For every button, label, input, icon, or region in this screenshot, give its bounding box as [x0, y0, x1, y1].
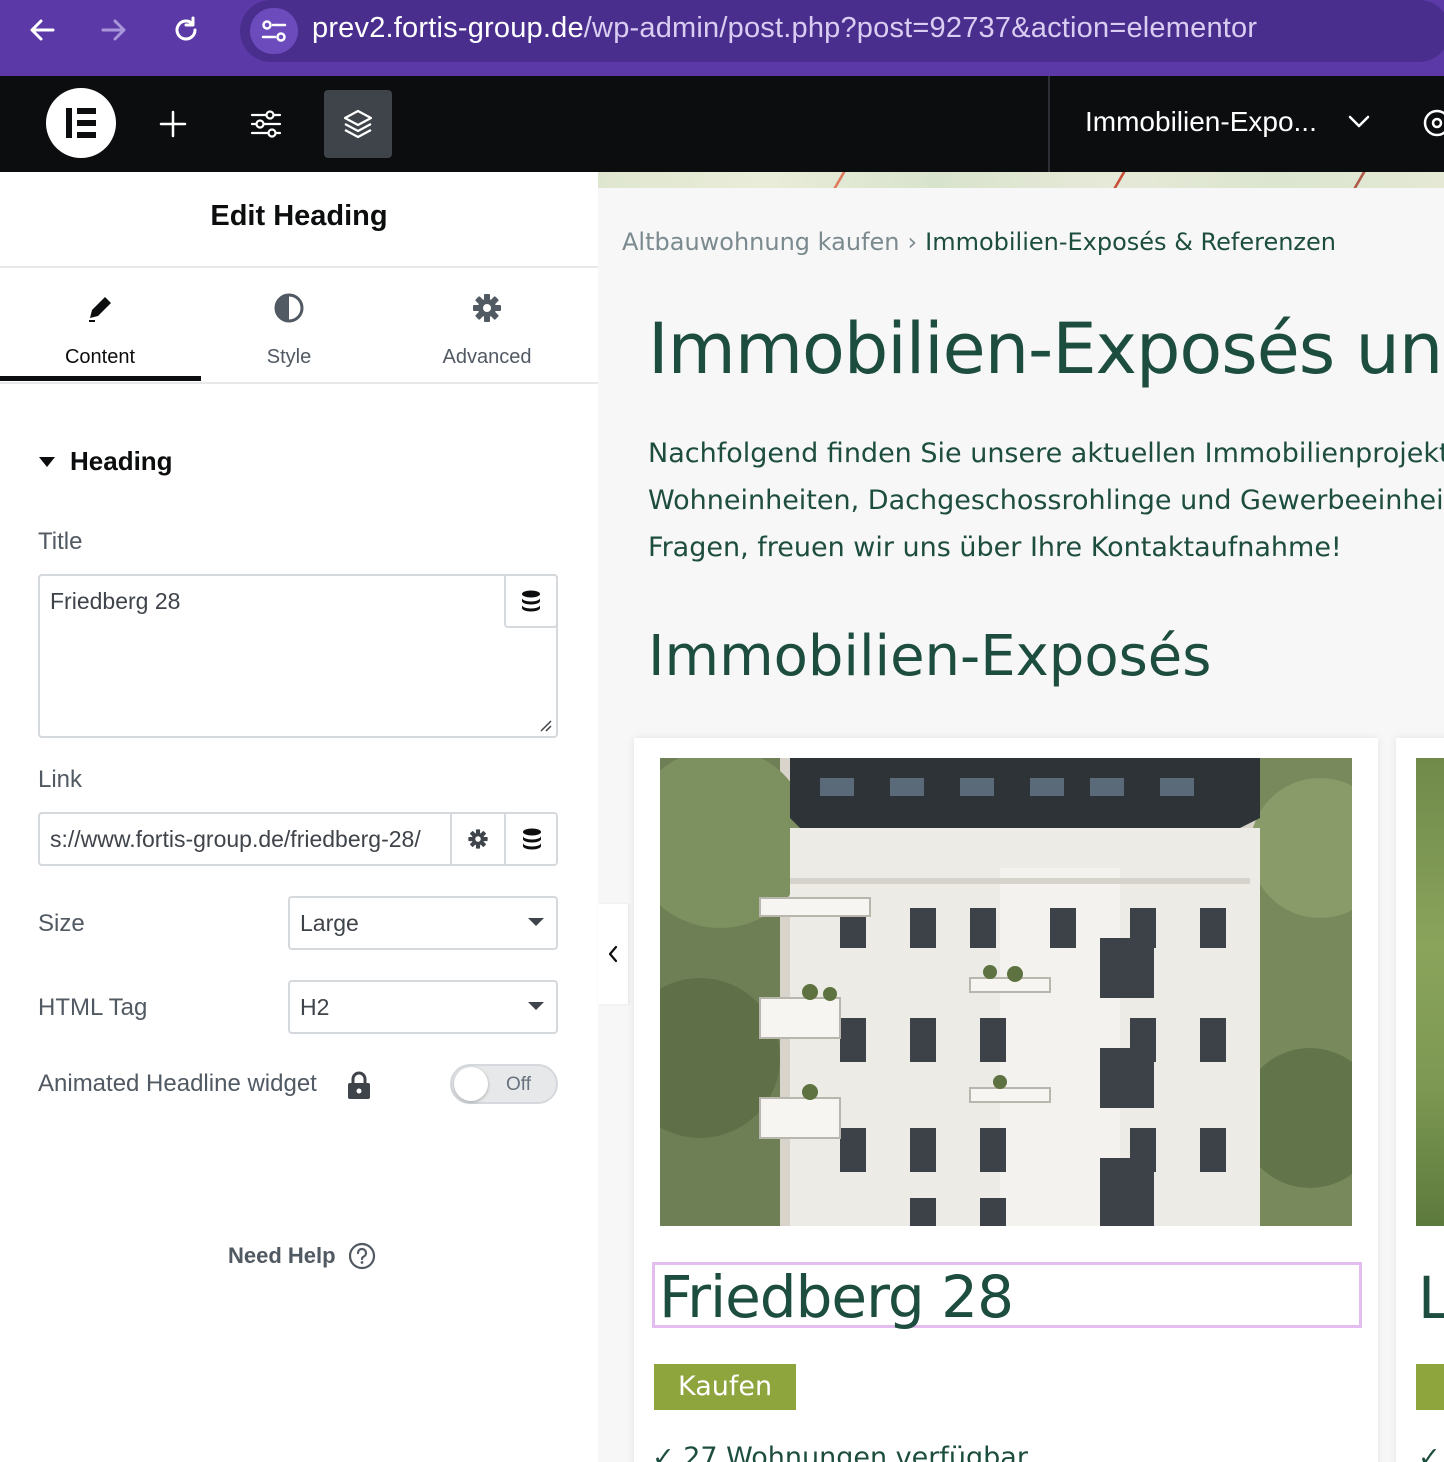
panel-collapse-button[interactable] [598, 904, 628, 1004]
intro-text: Nachfolgend finden Sie unsere aktuellen … [648, 430, 1444, 571]
elementor-logo-icon [66, 108, 96, 138]
property-image[interactable] [660, 758, 1352, 1226]
title-label: Title [38, 528, 83, 555]
size-label: Size [38, 910, 85, 937]
title-value[interactable]: Friedberg 28 [50, 588, 180, 615]
active-tab-indicator [0, 376, 201, 381]
property-title[interactable]: L [1418, 1264, 1444, 1332]
check-icon: ✓ [652, 1442, 684, 1462]
resize-handle-icon [540, 720, 552, 732]
html-tag-label: HTML Tag [38, 994, 148, 1021]
contrast-icon [189, 292, 389, 324]
plus-icon [159, 110, 187, 138]
size-value: Large [300, 910, 359, 936]
reload-button[interactable] [166, 10, 206, 50]
panel-title: Edit Heading [210, 200, 388, 232]
elementor-topbar: Immobilien-Expo... [0, 76, 1444, 172]
link-options-button[interactable] [450, 814, 504, 864]
breadcrumb-current: Immobilien-Exposés & Referenzen [925, 228, 1337, 256]
caret-down-icon [528, 1002, 544, 1010]
chevron-down-icon [1348, 115, 1370, 128]
tab-advanced-label: Advanced [442, 346, 532, 368]
map-banner [598, 172, 1444, 188]
animated-headline-toggle[interactable]: Off [450, 1064, 558, 1104]
page-settings-button[interactable] [1420, 106, 1444, 145]
lock-icon [348, 1071, 370, 1099]
intro-line: Fragen, freuen wir uns über Ihre Kontakt… [648, 532, 1342, 563]
selected-heading-outline[interactable]: Friedberg 28 [652, 1262, 1362, 1331]
need-help-label: Need Help [228, 1243, 336, 1268]
property-card[interactable]: L ✓ [1396, 738, 1444, 1462]
property-image[interactable] [1416, 758, 1444, 1226]
toggle-label: Off [506, 1074, 531, 1095]
arrow-right-icon [101, 19, 126, 41]
status-badge [1416, 1364, 1444, 1410]
gear-icon [468, 829, 488, 849]
tab-advanced[interactable]: Advanced [387, 280, 587, 384]
intro-line: Nachfolgend finden Sie unsere aktuellen … [648, 438, 1444, 469]
tab-style[interactable]: Style [189, 280, 389, 384]
gear-icon [1423, 109, 1444, 137]
need-help-link[interactable]: Need Help [228, 1242, 376, 1270]
arrow-left-icon [30, 19, 55, 41]
back-button[interactable] [22, 10, 62, 50]
check-icon: ✓ [1418, 1442, 1441, 1462]
address-bar[interactable]: prev2.fortis-group.de/wp-admin/post.php?… [240, 0, 1444, 62]
tab-style-label: Style [266, 346, 312, 368]
property-card[interactable]: Friedberg 28 Kaufen ✓ 27 Wohnungen verfü… [634, 738, 1378, 1462]
forward-button[interactable] [94, 10, 134, 50]
chevron-right-icon: › [907, 228, 918, 256]
url-text[interactable]: prev2.fortis-group.de/wp-admin/post.php?… [312, 12, 1257, 45]
link-label: Link [38, 766, 83, 793]
link-value[interactable]: s://www.fortis-group.de/friedberg-28/ [50, 826, 450, 853]
page-preview: Altbauwohnung kaufen › Immobilien-Exposés … [598, 172, 1444, 1462]
title-textarea[interactable]: Friedberg 28 [38, 574, 558, 738]
link-dynamic-tags-button[interactable] [504, 814, 556, 864]
section-label: Heading [70, 446, 173, 476]
link-input[interactable]: s://www.fortis-group.de/friedberg-28/ [38, 812, 558, 866]
breadcrumb: Altbauwohnung kaufen › Immobilien-Exposés … [622, 228, 1336, 256]
html-tag-select[interactable]: H2 [288, 980, 558, 1034]
browser-toolbar: prev2.fortis-group.de/wp-admin/post.php?… [0, 0, 1444, 76]
size-select[interactable]: Large [288, 896, 558, 950]
page-title: Immobilien-Exposés un [648, 308, 1443, 390]
animated-headline-label: Animated Headline widget [38, 1070, 317, 1097]
dynamic-tags-button[interactable] [504, 574, 558, 628]
availability-text: ✓ 27 Wohnungen verfügbar [652, 1442, 1028, 1462]
sliders-icon [250, 110, 282, 138]
add-element-button[interactable] [139, 90, 207, 158]
topbar-divider [1048, 76, 1050, 172]
property-title[interactable]: Friedberg 28 [659, 1263, 1014, 1331]
section-title: Immobilien-Exposés [648, 624, 1212, 689]
site-settings-button[interactable] [250, 8, 298, 54]
availability-label: 27 Wohnungen verfügbar [683, 1442, 1028, 1462]
caret-down-icon [39, 456, 55, 467]
tab-content-label: Content [64, 346, 136, 368]
toggle-knob [454, 1067, 488, 1101]
panel-divider [0, 266, 598, 268]
pencil-icon [0, 292, 200, 324]
caret-down-icon [528, 918, 544, 926]
elementor-logo-button[interactable] [46, 88, 116, 158]
document-title[interactable]: Immobilien-Expo... [1085, 106, 1317, 138]
tabs-divider [0, 382, 598, 384]
status-badge: Kaufen [654, 1364, 797, 1410]
editor-panel: Edit Heading Content Style Advanced Head… [0, 172, 598, 1462]
chevron-left-icon [608, 945, 618, 963]
tab-content[interactable]: Content [0, 280, 200, 384]
help-circle-icon [348, 1242, 375, 1270]
site-settings-button[interactable] [232, 90, 300, 158]
database-icon [522, 590, 540, 612]
reload-icon [175, 16, 197, 41]
section-heading-toggle[interactable]: Heading [38, 446, 173, 477]
database-icon [523, 828, 541, 850]
document-dropdown-button[interactable] [1344, 106, 1374, 141]
tune-icon [261, 20, 287, 42]
layers-icon [343, 109, 373, 139]
breadcrumb-link[interactable]: Altbauwohnung kaufen [622, 228, 900, 256]
html-tag-value: H2 [300, 994, 330, 1020]
gear-icon [387, 292, 587, 324]
intro-line: Wohneinheiten, Dachgeschossrohlinge und … [648, 485, 1444, 516]
structure-button[interactable] [324, 90, 392, 158]
